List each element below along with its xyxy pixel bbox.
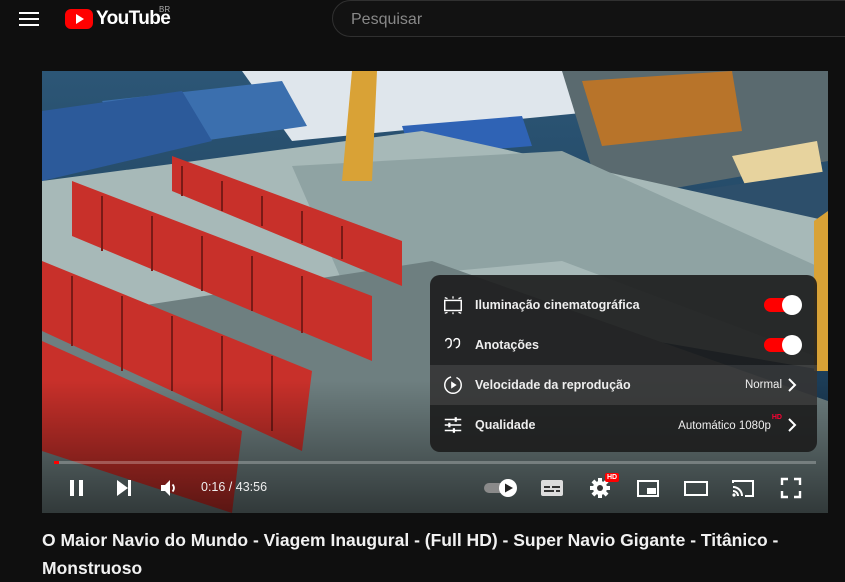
autoplay-toggle-icon[interactable] [483, 477, 521, 499]
menu-item-ambient-mode[interactable]: Iluminação cinematográfica [430, 285, 817, 325]
settings-hd-badge: HD [605, 473, 620, 482]
fullscreen-icon[interactable] [779, 476, 803, 500]
chevron-right-icon [788, 378, 797, 392]
quality-icon [444, 417, 462, 433]
cast-icon[interactable] [730, 477, 756, 499]
menu-item-label: Anotações [475, 338, 539, 352]
annotations-icon [444, 337, 461, 349]
ambient-mode-toggle[interactable] [764, 295, 802, 315]
ambient-mode-icon [444, 296, 462, 315]
menu-item-label: Velocidade da reprodução [475, 378, 631, 392]
chevron-right-icon [788, 418, 797, 432]
volume-icon[interactable] [158, 477, 180, 499]
progress-bar[interactable] [54, 461, 816, 464]
quality-value-text: Automático 1080p [678, 419, 771, 432]
menu-item-label: Qualidade [475, 418, 536, 432]
search-input[interactable] [349, 10, 753, 30]
video-player[interactable]: Iluminação cinematográfica Anotações Vel… [42, 71, 828, 513]
menu-item-playback-speed[interactable]: Velocidade da reprodução Normal [430, 365, 817, 405]
menu-item-label: Iluminação cinematográfica [475, 298, 640, 312]
hamburger-menu-icon[interactable] [19, 11, 39, 27]
settings-menu: Iluminação cinematográfica Anotações Vel… [430, 275, 817, 452]
progress-bar-fill [54, 461, 59, 464]
next-icon[interactable] [113, 477, 135, 499]
pause-icon[interactable] [66, 477, 88, 499]
annotations-toggle[interactable] [764, 335, 802, 355]
theater-mode-icon[interactable] [683, 477, 709, 499]
time-display: 0:16 / 43:56 [201, 480, 268, 494]
youtube-logo[interactable]: YouTube [65, 8, 171, 30]
youtube-play-icon [65, 9, 93, 29]
hd-badge: HD [771, 413, 782, 421]
playback-speed-icon [444, 376, 462, 394]
subtitles-icon[interactable] [540, 477, 564, 499]
country-code: BR [159, 5, 171, 14]
menu-item-quality[interactable]: Qualidade Automático 1080pHD [430, 405, 817, 445]
video-title: O Maior Navio do Mundo - Viagem Inaugura… [42, 530, 779, 578]
quality-value: Automático 1080pHD [678, 414, 782, 432]
playback-speed-value: Normal [744, 379, 782, 391]
masthead: YouTube BR [0, 0, 845, 46]
miniplayer-icon[interactable] [636, 477, 660, 499]
menu-item-annotations[interactable]: Anotações [430, 325, 817, 365]
search-box[interactable] [332, 0, 845, 37]
